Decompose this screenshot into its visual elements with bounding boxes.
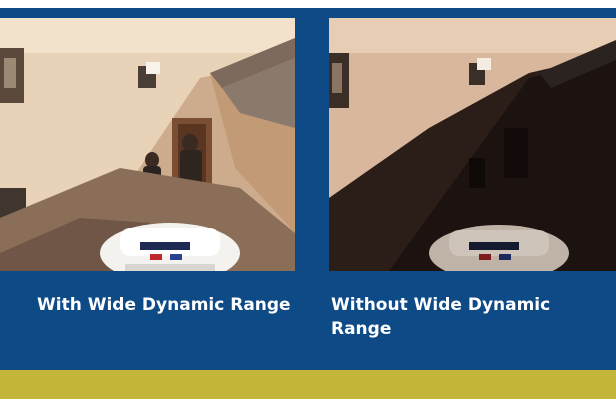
caption-with-wdr: With Wide Dynamic Range [37,295,291,315]
caption-without-wdr: Without Wide Dynamic Range [331,295,551,339]
accent-bar [0,370,616,399]
photo-without-wdr [329,18,616,271]
comparison-figure: With Wide Dynamic Range Without Wide Dyn… [0,0,616,399]
photo-with-wdr [0,18,295,271]
